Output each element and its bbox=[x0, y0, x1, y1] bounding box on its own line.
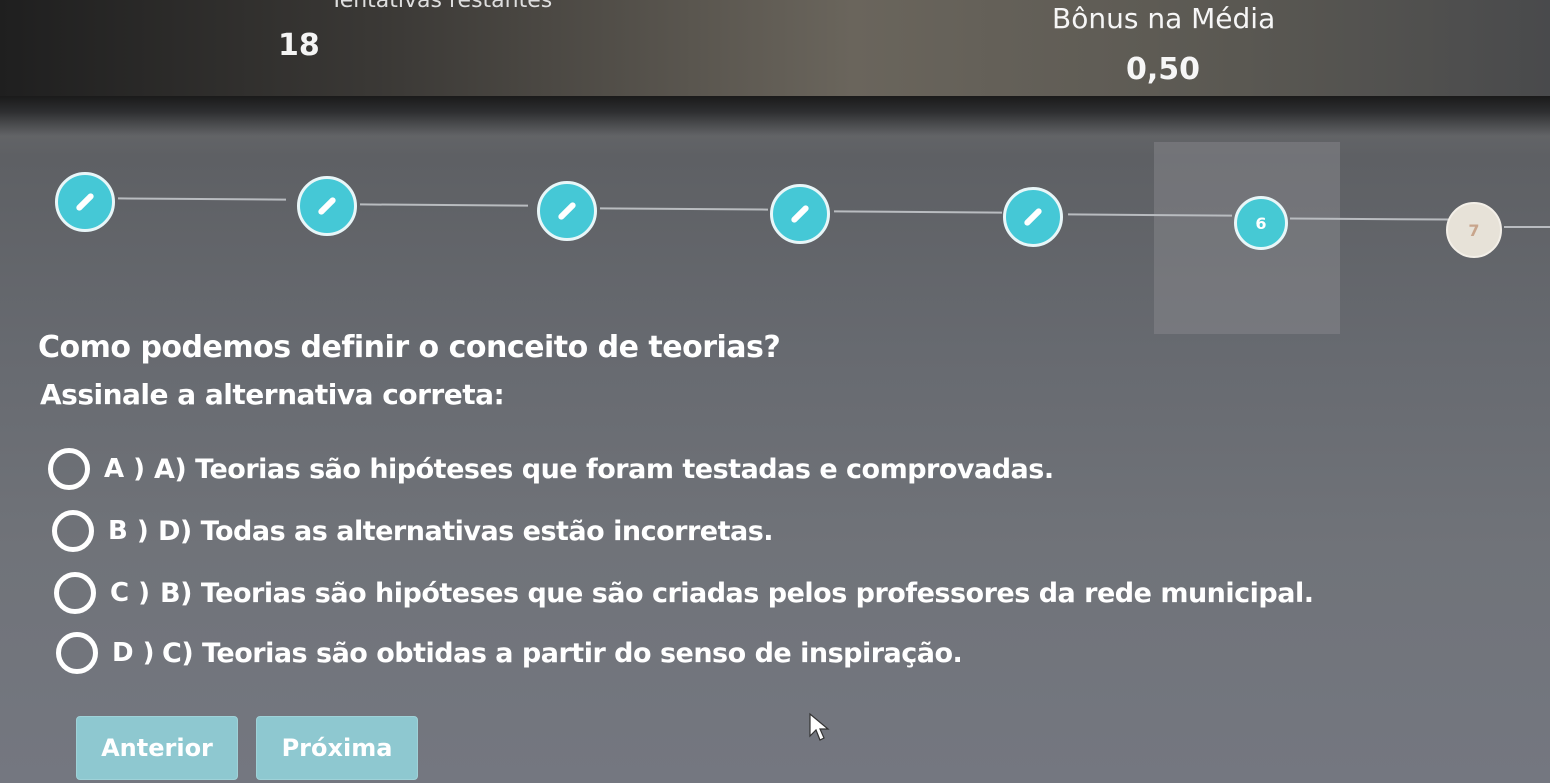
attempts-value: 18 bbox=[278, 28, 320, 63]
question-text: Como podemos definir o conceito de teori… bbox=[38, 330, 781, 365]
previous-button[interactable]: Anterior bbox=[76, 716, 238, 780]
step-4[interactable] bbox=[770, 184, 830, 244]
header-divider bbox=[0, 96, 1550, 136]
step-2[interactable] bbox=[297, 176, 357, 236]
option-letter: B ) bbox=[108, 516, 149, 546]
pencil-icon bbox=[557, 201, 577, 221]
mouse-cursor-icon bbox=[809, 712, 830, 741]
step-3[interactable] bbox=[537, 181, 597, 241]
option-letter: A ) bbox=[104, 454, 146, 484]
option-label: B) Teorias são hipóteses que são criadas… bbox=[160, 577, 1314, 609]
step-7[interactable]: 7 bbox=[1446, 202, 1502, 258]
instruction-text: Assinale a alternativa correta: bbox=[40, 378, 505, 411]
option-letter: D ) bbox=[112, 638, 155, 668]
header-bar bbox=[0, 0, 1550, 100]
pencil-icon bbox=[1023, 207, 1043, 227]
radio-button[interactable] bbox=[56, 632, 98, 674]
step-connector bbox=[833, 210, 1003, 214]
step-number: 7 bbox=[1468, 220, 1480, 240]
step-connector bbox=[599, 207, 769, 211]
option-label: A) Teorias são hipóteses que foram testa… bbox=[154, 453, 1054, 485]
bonus-value: 0,50 bbox=[1126, 52, 1201, 87]
pencil-icon bbox=[317, 196, 337, 216]
next-button[interactable]: Próxima bbox=[256, 716, 418, 780]
step-connector bbox=[1504, 226, 1550, 228]
option-a[interactable]: A ) A) Teorias são hipóteses que foram t… bbox=[48, 448, 1054, 490]
option-b[interactable]: B ) D) Todas as alternativas estão incor… bbox=[52, 510, 774, 552]
option-c[interactable]: C ) B) Teorias são hipóteses que são cri… bbox=[54, 572, 1314, 614]
option-letter: C ) bbox=[110, 578, 151, 608]
option-label: C) Teorias são obtidas a partir do senso… bbox=[162, 637, 963, 669]
pencil-icon bbox=[75, 192, 95, 212]
radio-button[interactable] bbox=[54, 572, 96, 614]
step-1[interactable] bbox=[55, 172, 115, 232]
step-connector bbox=[1067, 213, 1233, 217]
option-d[interactable]: D ) C) Teorias são obtidas a partir do s… bbox=[56, 632, 963, 674]
attempts-label: Tentativas restantes bbox=[330, 0, 553, 13]
step-connector bbox=[359, 203, 529, 207]
option-label: D) Todas as alternativas estão incorreta… bbox=[158, 515, 774, 547]
pencil-icon bbox=[790, 204, 810, 224]
step-5[interactable] bbox=[1003, 187, 1063, 247]
radio-button[interactable] bbox=[52, 510, 94, 552]
step-connector bbox=[117, 197, 287, 201]
step-6[interactable]: 6 bbox=[1234, 196, 1288, 250]
step-number: 6 bbox=[1255, 213, 1267, 233]
bonus-label: Bônus na Média bbox=[1052, 2, 1276, 35]
radio-button[interactable] bbox=[48, 448, 90, 490]
